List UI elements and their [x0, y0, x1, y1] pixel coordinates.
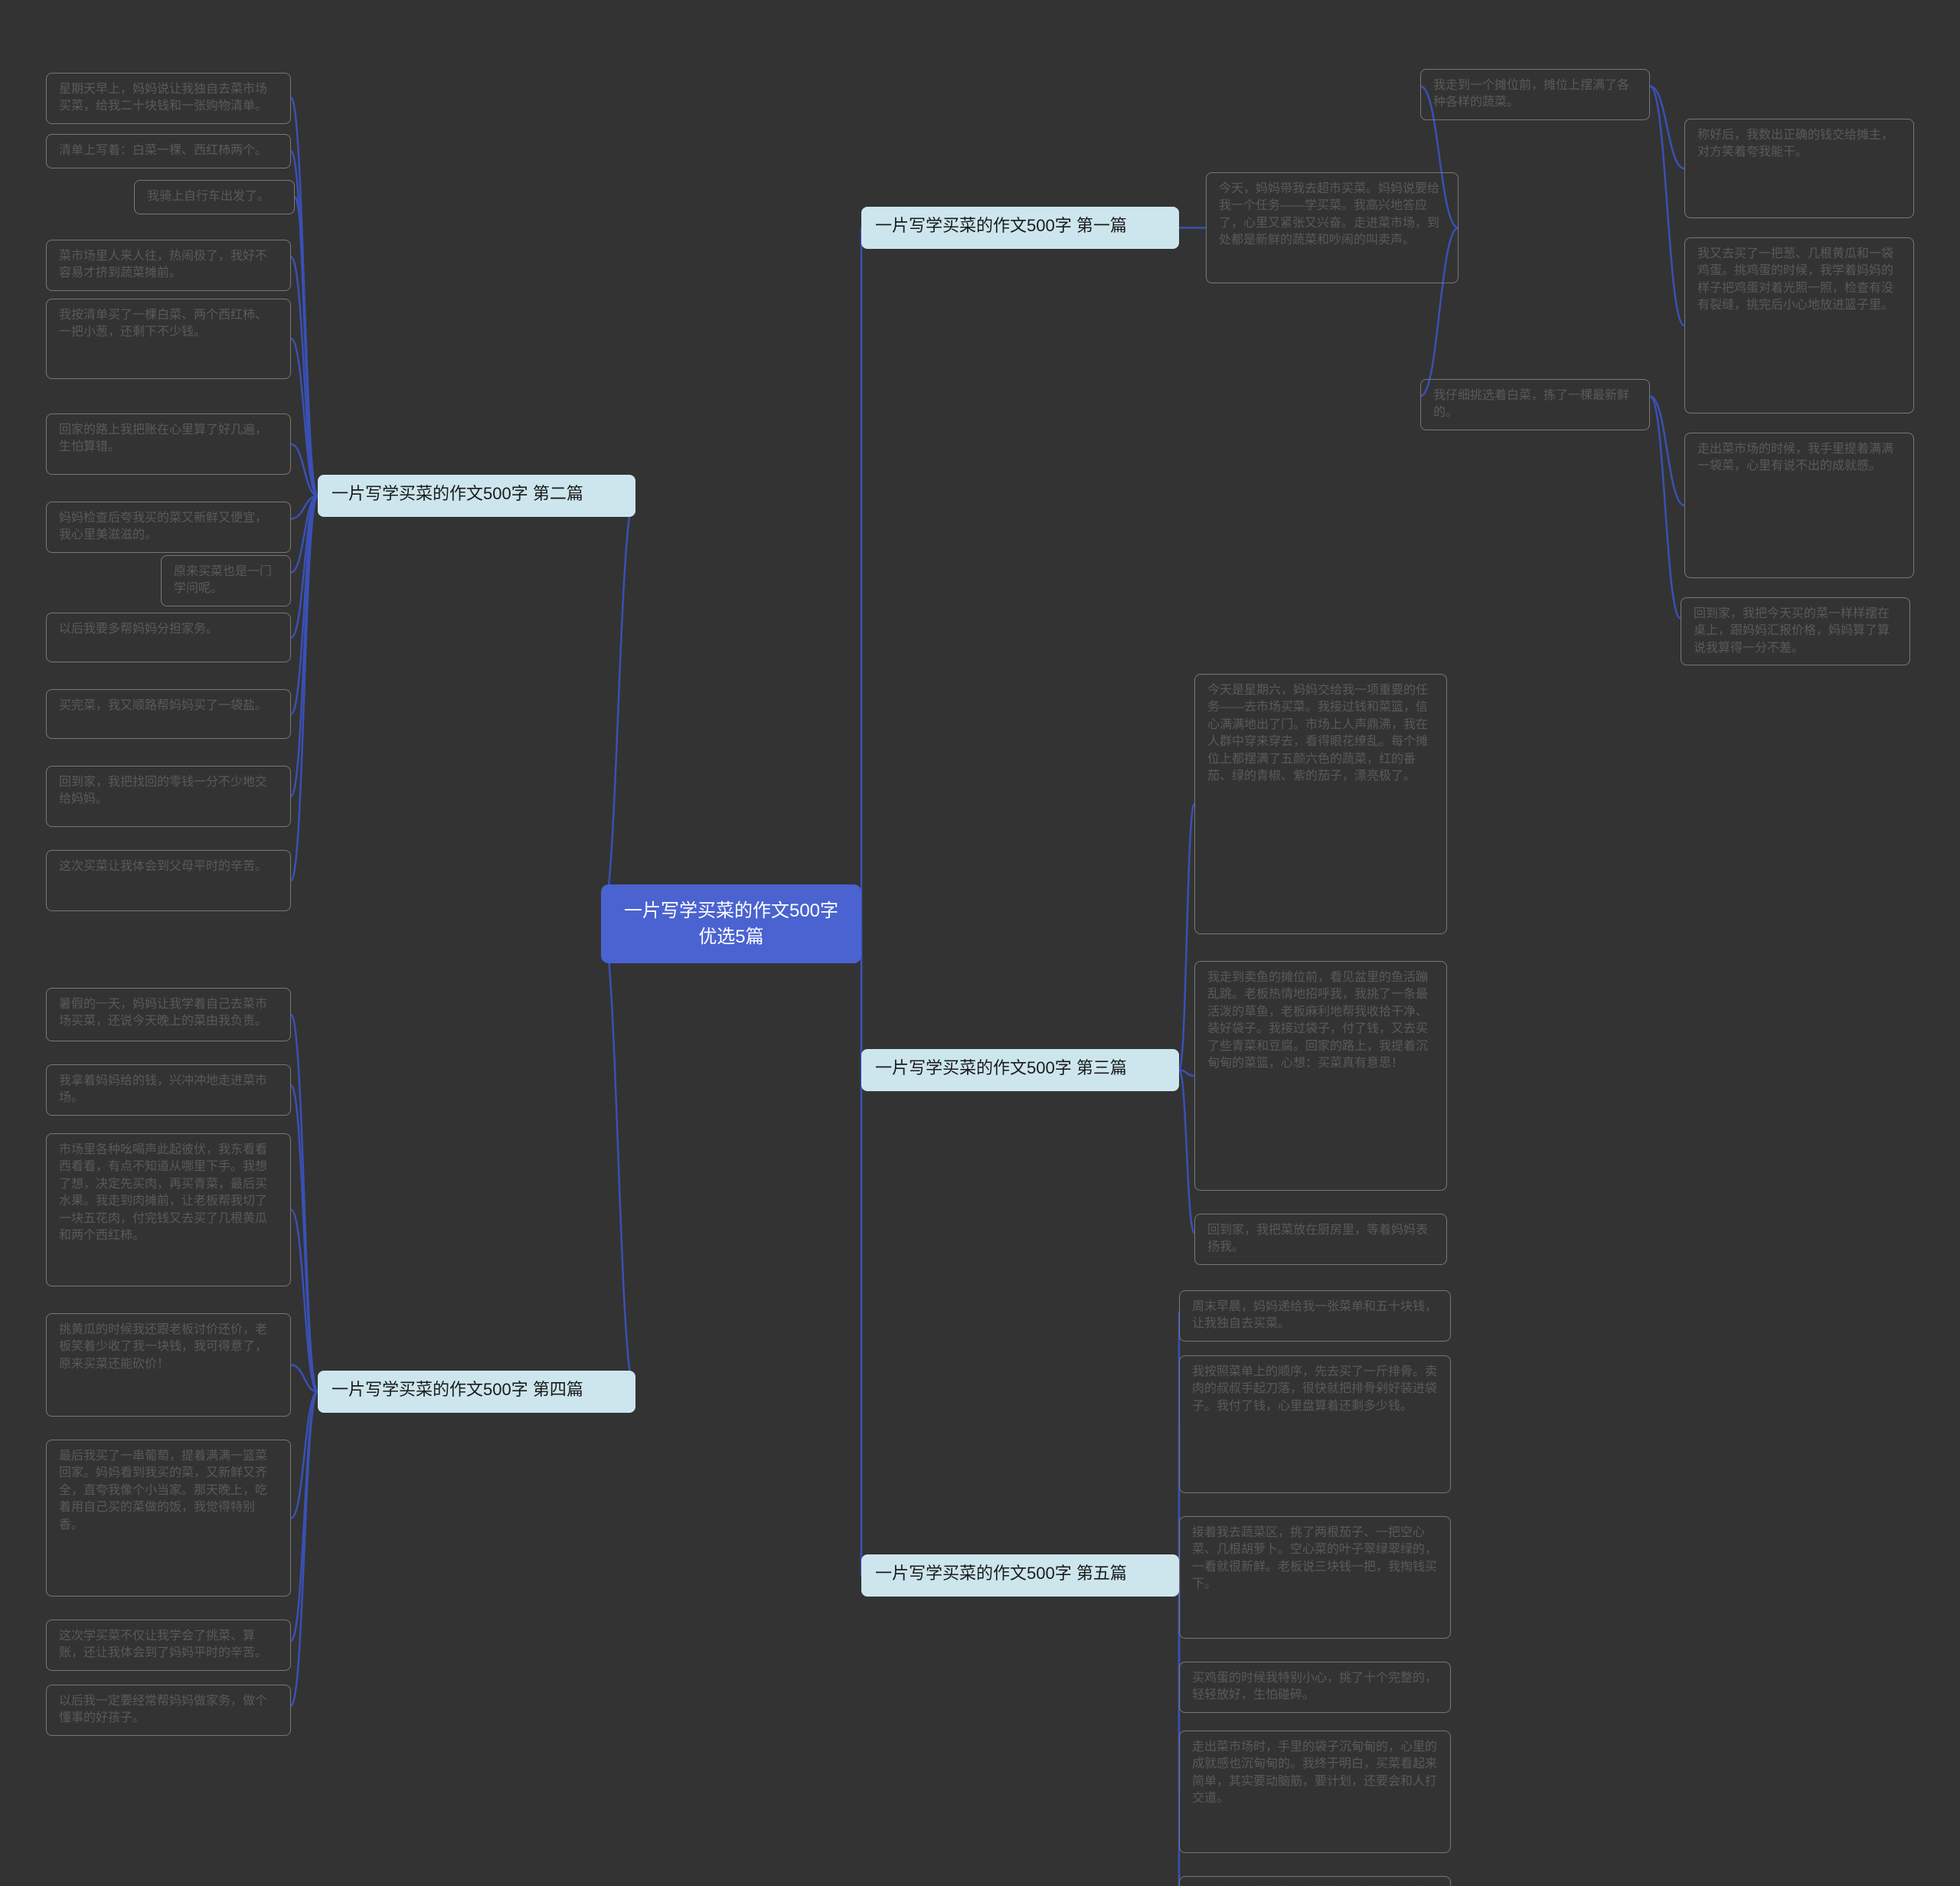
leaf-p1-1[interactable]: 我走到一个摊位前，摊位上摆满了各种各样的蔬菜。	[1420, 69, 1650, 120]
root-node[interactable]: 一片写学买菜的作文500字优选5篇	[601, 884, 861, 963]
leaf-p4-5[interactable]: 这次学买菜不仅让我学会了挑菜、算账，还让我体会到了妈妈平时的辛苦。	[46, 1620, 291, 1671]
leaf-p5-3[interactable]: 买鸡蛋的时候我特别小心，挑了十个完整的，轻轻放好，生怕碰碎。	[1179, 1662, 1451, 1713]
leaf-p2-6[interactable]: 妈妈检查后夸我买的菜又新鲜又便宜，我心里美滋滋的。	[46, 502, 291, 553]
leaf-p2-5[interactable]: 回家的路上我把账在心里算了好几遍，生怕算错。	[46, 413, 291, 475]
leaf-p2-3[interactable]: 菜市场里人来人往，热闹极了，我好不容易才挤到蔬菜摊前。	[46, 240, 291, 291]
branch-label: 一片写学买菜的作文500字 第四篇	[332, 1380, 583, 1399]
leaf-p5-2[interactable]: 接着我去蔬菜区，挑了两根茄子、一把空心菜、几根胡萝卜。空心菜的叶子翠绿翠绿的，一…	[1179, 1516, 1451, 1639]
leaf-p4-3[interactable]: 挑黄瓜的时候我还跟老板讨价还价，老板笑着少收了我一块钱，我可得意了，原来买菜还能…	[46, 1313, 291, 1417]
leaf-p1-sub-1[interactable]: 我又去买了一把葱、几根黄瓜和一袋鸡蛋。挑鸡蛋的时候，我学着妈妈的样子把鸡蛋对着光…	[1684, 237, 1914, 413]
leaf-p4-0[interactable]: 暑假的一天，妈妈让我学着自己去菜市场买菜，还说今天晚上的菜由我负责。	[46, 988, 291, 1041]
leaf-p5-1[interactable]: 我按照菜单上的顺序，先去买了一斤排骨。卖肉的叔叔手起刀落，很快就把排骨剁好装进袋…	[1179, 1355, 1451, 1493]
branch-essay-1[interactable]: 一片写学买菜的作文500字 第一篇	[861, 207, 1179, 249]
branch-essay-5[interactable]: 一片写学买菜的作文500字 第五篇	[861, 1554, 1179, 1597]
branch-essay-4[interactable]: 一片写学买菜的作文500字 第四篇	[318, 1371, 635, 1413]
leaf-p1-sub-2[interactable]: 走出菜市场的时候，我手里提着满满一袋菜，心里有说不出的成就感。	[1684, 433, 1914, 578]
leaf-p2-2[interactable]: 我骑上自行车出发了。	[134, 180, 295, 214]
leaf-p2-9[interactable]: 买完菜，我又顺路帮妈妈买了一袋盐。	[46, 689, 291, 739]
root-label: 一片写学买菜的作文500字优选5篇	[624, 901, 838, 947]
leaf-p2-4[interactable]: 我按清单买了一棵白菜、两个西红柿、一把小葱，还剩下不少钱。	[46, 299, 291, 379]
leaf-p4-4[interactable]: 最后我买了一串葡萄，提着满满一篮菜回家。妈妈看到我买的菜，又新鲜又齐全，直夸我像…	[46, 1440, 291, 1597]
branch-essay-3[interactable]: 一片写学买菜的作文500字 第三篇	[861, 1049, 1179, 1091]
leaf-p2-7[interactable]: 原来买菜也是一门学问呢。	[161, 555, 291, 606]
leaf-p1-2[interactable]: 我仔细挑选着白菜，拣了一棵最新鲜的。	[1420, 379, 1650, 430]
leaf-p1-sub-3[interactable]: 回到家，我把今天买的菜一样样摆在桌上，跟妈妈汇报价格，妈妈算了算说我算得一分不差…	[1681, 597, 1910, 665]
leaf-p3-2[interactable]: 回到家，我把菜放在厨房里，等着妈妈表扬我。	[1194, 1214, 1447, 1265]
leaf-p3-1[interactable]: 我走到卖鱼的摊位前，看见盆里的鱼活蹦乱跳。老板热情地招呼我，我挑了一条最活泼的草…	[1194, 961, 1447, 1191]
branch-essay-2[interactable]: 一片写学买菜的作文500字 第二篇	[318, 475, 635, 517]
leaf-p2-11[interactable]: 这次买菜让我体会到父母平时的辛苦。	[46, 850, 291, 911]
leaf-p2-1[interactable]: 清单上写着：白菜一棵、西红柿两个。	[46, 134, 291, 168]
mindmap-canvas: 一片写学买菜的作文500字优选5篇 一片写学买菜的作文500字 第一篇 一片写学…	[0, 0, 1960, 1886]
leaf-p1-0[interactable]: 今天，妈妈带我去超市买菜。妈妈说要给我一个任务——学买菜。我高兴地答应了，心里又…	[1206, 172, 1459, 283]
leaf-p5-0[interactable]: 周末早晨，妈妈递给我一张菜单和五十块钱，让我独自去买菜。	[1179, 1290, 1451, 1342]
leaf-p4-2[interactable]: 市场里各种吆喝声此起彼伏，我东看看西看看，有点不知道从哪里下手。我想了想，决定先…	[46, 1133, 291, 1286]
leaf-p1-sub-0[interactable]: 称好后，我数出正确的钱交给摊主，对方笑着夸我能干。	[1684, 119, 1914, 218]
connector-layer	[0, 0, 1960, 1886]
leaf-p3-0[interactable]: 今天是星期六，妈妈交给我一项重要的任务——去市场买菜。我接过钱和菜篮，信心满满地…	[1194, 674, 1447, 934]
leaf-p5-4[interactable]: 走出菜市场时，手里的袋子沉甸甸的，心里的成就感也沉甸甸的。我终于明白，买菜看起来…	[1179, 1731, 1451, 1853]
leaf-p4-1[interactable]: 我拿着妈妈给的钱，兴冲冲地走进菜市场。	[46, 1064, 291, 1116]
leaf-p2-0[interactable]: 星期天早上，妈妈说让我独自去菜市场买菜，给我二十块钱和一张购物清单。	[46, 73, 291, 124]
leaf-p4-6[interactable]: 以后我一定要经常帮妈妈做家务，做个懂事的好孩子。	[46, 1685, 291, 1736]
leaf-p2-8[interactable]: 以后我要多帮妈妈分担家务。	[46, 613, 291, 662]
branch-label: 一片写学买菜的作文500字 第一篇	[875, 216, 1127, 235]
branch-label: 一片写学买菜的作文500字 第五篇	[875, 1564, 1127, 1583]
branch-label: 一片写学买菜的作文500字 第二篇	[332, 484, 583, 503]
leaf-p5-5[interactable]: 以后我还想学做菜，这样就能给爸爸妈妈做饭了。	[1179, 1876, 1451, 1886]
branch-label: 一片写学买菜的作文500字 第三篇	[875, 1058, 1127, 1077]
leaf-p2-10[interactable]: 回到家，我把找回的零钱一分不少地交给妈妈。	[46, 766, 291, 827]
